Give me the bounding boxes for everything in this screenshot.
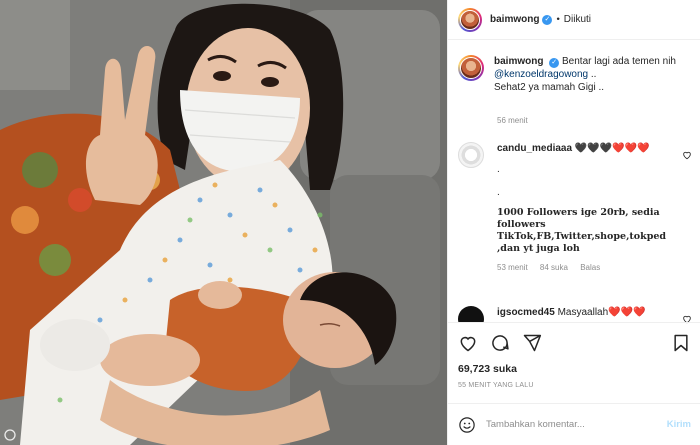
follow-status-button[interactable]: Diikuti — [564, 14, 591, 25]
caption-mention-link[interactable]: @kenzoeldragowong — [494, 69, 588, 80]
comment-text: Masyaallah — [557, 307, 609, 318]
photo-illustration — [0, 0, 447, 445]
caption-text: baimwong ✓ Bentar lagi ada temen nih @ke… — [494, 55, 676, 94]
post-sidebar: baimwong ✓ • Diikuti baimwong ✓ Bentar l… — [447, 0, 700, 445]
post-timestamp: 55 MENIT YANG LALU — [458, 382, 534, 389]
caption-username[interactable]: baimwong — [494, 56, 543, 67]
heart-outline-icon[interactable] — [682, 150, 692, 160]
author-avatar[interactable] — [458, 7, 482, 32]
comment-hearts: ❤️❤️❤️ — [608, 307, 646, 318]
comment-body: candu_mediaaa 🖤🖤🖤❤️❤️❤️ . . 1000 Followe… — [497, 142, 677, 274]
comment-dot: . — [497, 164, 500, 175]
comment-body: igsocmed45 Masyaallah❤️❤️❤️ — [497, 306, 677, 322]
verified-badge-icon: ✓ — [542, 14, 553, 25]
comment-input[interactable]: Tambahkan komentar... — [486, 419, 667, 430]
post-caption: baimwong ✓ Bentar lagi ada temen nih @ke… — [458, 55, 693, 94]
comment-promo-text: 1000 Followers ige 20rb, sedia followers… — [497, 207, 667, 254]
comment-username[interactable]: candu_mediaaa — [497, 143, 572, 154]
commenter-avatar[interactable] — [458, 142, 484, 168]
add-comment-bar: Tambahkan komentar... Kirim — [448, 403, 700, 445]
comment-dot: . — [497, 187, 500, 198]
caption-timestamp: 56 menit — [497, 116, 528, 125]
action-bar — [448, 322, 700, 362]
comment-icon[interactable] — [490, 333, 510, 353]
caption-mention-suffix: .. — [588, 69, 597, 80]
comment-item: candu_mediaaa 🖤🖤🖤❤️❤️❤️ . . 1000 Followe… — [458, 142, 693, 274]
caption-line1: Bentar lagi ada temen nih — [562, 56, 676, 67]
comment-hearts: 🖤🖤🖤❤️❤️❤️ — [574, 143, 650, 154]
share-icon[interactable] — [522, 333, 542, 353]
caption-line3: Sehat2 ya mamah Gigi .. — [494, 82, 605, 93]
heart-outline-icon[interactable] — [458, 333, 478, 353]
comment-meta: 53 menit 84 suka Balas — [497, 261, 677, 274]
post-comment-button[interactable]: Kirim — [667, 419, 691, 430]
reply-button[interactable]: Balas — [580, 263, 600, 272]
emoji-icon[interactable] — [458, 416, 476, 434]
comment-time: 53 menit — [497, 263, 528, 272]
post-header: baimwong ✓ • Diikuti — [448, 0, 700, 40]
caption-avatar[interactable] — [458, 55, 484, 81]
header-separator: • — [556, 14, 560, 25]
post-photo[interactable] — [0, 0, 447, 445]
comment-likes[interactable]: 84 suka — [540, 263, 568, 272]
comment-item: igsocmed45 Masyaallah❤️❤️❤️ — [458, 306, 693, 322]
comment-username[interactable]: igsocmed45 — [497, 307, 555, 318]
verified-badge-icon: ✓ — [549, 58, 560, 68]
commenter-avatar[interactable] — [458, 306, 484, 322]
like-count[interactable]: 69,723 suka — [458, 363, 517, 375]
bookmark-icon[interactable] — [671, 333, 691, 353]
author-username[interactable]: baimwong — [490, 14, 539, 25]
